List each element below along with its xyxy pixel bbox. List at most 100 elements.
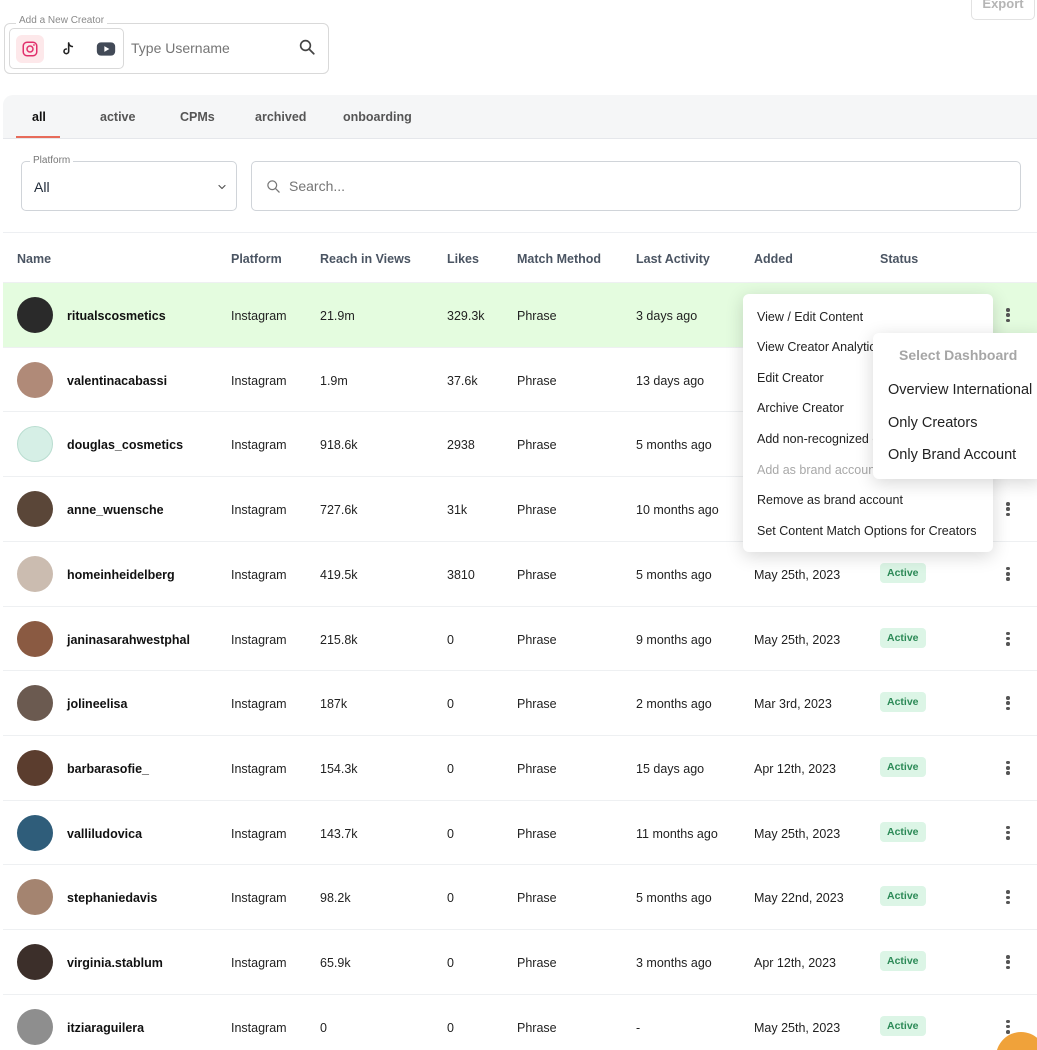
cell-reach: 154.3k: [320, 761, 358, 776]
tab-bar: all active CPMs archived onboarding: [3, 95, 1037, 139]
instagram-platform-button[interactable]: [16, 34, 44, 63]
table-header: Name Platform Reach in Views Likes Match…: [3, 232, 1037, 282]
more-actions-icon[interactable]: [1001, 887, 1015, 907]
cell-likes: 0: [447, 826, 454, 841]
menu-item-remove-as-brand-account[interactable]: Remove as brand account: [757, 493, 903, 507]
tab-active[interactable]: active: [100, 110, 135, 124]
cell-name[interactable]: barbarasofie_: [67, 762, 149, 776]
tiktok-platform-button[interactable]: [54, 35, 82, 63]
tab-onboarding[interactable]: onboarding: [343, 110, 412, 124]
column-header-status[interactable]: Status: [880, 252, 918, 266]
table-row[interactable]: janinasarahwestphal Instagram 215.8k 0 Phras…: [3, 605, 1037, 671]
tab-all[interactable]: all: [32, 110, 46, 124]
tab-cpms[interactable]: CPMs: [180, 110, 215, 124]
table-row[interactable]: barbarasofie_ Instagram 154.3k 0 Phrase 15 da…: [3, 734, 1037, 800]
platform-filter-label: Platform: [30, 155, 74, 166]
submenu-title: Select Dashboard: [899, 347, 1018, 363]
cell-name[interactable]: stephaniedavis: [67, 891, 157, 905]
export-button[interactable]: Export: [971, 0, 1035, 20]
avatar: [17, 491, 53, 528]
menu-item-add-as-brand-account: Add as brand account: [757, 463, 879, 477]
menu-item-view-creator-analytics[interactable]: View Creator Analytics: [757, 340, 882, 354]
table-row[interactable]: jolineelisa Instagram 187k 0 Phrase 2 months …: [3, 670, 1037, 735]
column-header-likes[interactable]: Likes: [447, 252, 479, 266]
more-actions-icon[interactable]: [1001, 952, 1015, 972]
cell-last-activity: 15 days ago: [636, 761, 705, 776]
cell-name[interactable]: ritualscosmetics: [67, 309, 166, 323]
avatar: [17, 1008, 53, 1045]
column-header-platform[interactable]: Platform: [231, 252, 282, 266]
cell-match-method: Phrase: [517, 761, 557, 776]
cell-likes: 0: [447, 632, 454, 647]
platform-filter-value: All: [34, 179, 50, 195]
instagram-icon: [22, 41, 38, 56]
cell-name[interactable]: janinasarahwestphal: [67, 633, 190, 647]
table-row[interactable]: itziaraguilera Instagram 0 0 Phrase - May 25th…: [3, 993, 1037, 1050]
cell-name[interactable]: homeinheidelberg: [67, 568, 175, 582]
cell-reach: 65.9k: [320, 956, 351, 970]
cell-added: May 25th, 2023: [754, 826, 841, 841]
add-search-button[interactable]: [298, 38, 316, 59]
cell-name[interactable]: jolineelisa: [67, 697, 127, 711]
more-actions-icon[interactable]: [1001, 564, 1015, 584]
cell-last-activity: 5 months ago: [636, 438, 712, 453]
table-row[interactable]: stephaniedavis Instagram 98.2k 0 Phrase 5 mon…: [3, 864, 1037, 929]
cell-platform: Instagram: [231, 309, 287, 323]
platform-filter[interactable]: Platform All: [21, 155, 237, 211]
cell-reach: 98.2k: [320, 891, 351, 906]
search-input[interactable]: [289, 178, 889, 194]
submenu-item-only-brand-account[interactable]: Only Brand Account: [888, 447, 1016, 463]
table-row[interactable]: virginia.stablum Instagram 65.9k 0 Phrase 3 m…: [3, 929, 1037, 994]
youtube-platform-button[interactable]: [92, 35, 120, 63]
cell-name[interactable]: valliludovica: [67, 827, 142, 841]
cell-match-method: Phrase: [517, 697, 557, 712]
avatar: [17, 685, 53, 722]
more-actions-icon[interactable]: [1001, 823, 1015, 843]
cell-name[interactable]: virginia.stablum: [67, 956, 163, 970]
table-row[interactable]: valliludovica Instagram 143.7k 0 Phrase 11 mo…: [3, 799, 1037, 865]
cell-likes: 329.3k: [447, 309, 485, 323]
cell-name[interactable]: valentinacabassi: [67, 374, 167, 388]
cell-match-method: Phrase: [517, 567, 557, 582]
cell-reach: 419.5k: [320, 567, 358, 582]
column-header-reach[interactable]: Reach in Views: [320, 252, 411, 266]
cell-platform: Instagram: [231, 956, 287, 970]
menu-item-edit-creator[interactable]: Edit Creator: [757, 371, 824, 385]
menu-item-set-content-match-options[interactable]: Set Content Match Options for Creators: [757, 524, 977, 538]
cell-last-activity: 10 months ago: [636, 503, 719, 518]
cell-name[interactable]: itziaraguilera: [67, 1021, 144, 1035]
column-header-last-activity[interactable]: Last Activity: [636, 252, 710, 266]
more-actions-icon[interactable]: [1001, 629, 1015, 649]
cell-likes: 31k: [447, 503, 468, 518]
cell-reach: 21.9m: [320, 309, 355, 323]
submenu-item-only-creators[interactable]: Only Creators: [888, 415, 977, 431]
cell-platform: Instagram: [231, 826, 287, 841]
avatar: [17, 620, 53, 657]
menu-item-archive-creator[interactable]: Archive Creator: [757, 401, 844, 415]
more-actions-icon[interactable]: [1001, 693, 1015, 713]
status-badge: Active: [880, 562, 926, 583]
menu-item-view-edit-content[interactable]: View / Edit Content: [757, 310, 863, 324]
column-header-name[interactable]: Name: [17, 252, 51, 266]
avatar: [17, 879, 53, 916]
status-badge: Active: [880, 692, 926, 713]
avatar: [17, 814, 53, 851]
cell-reach: 1.9m: [320, 373, 348, 388]
submenu-item-overview-international[interactable]: Overview International: [888, 382, 1032, 398]
more-actions-icon[interactable]: [1001, 305, 1015, 325]
cell-platform: Instagram: [231, 891, 287, 906]
column-header-added[interactable]: Added: [754, 252, 793, 266]
cell-platform: Instagram: [231, 761, 287, 776]
platform-selector: [9, 28, 124, 69]
cell-name[interactable]: douglas_cosmetics: [67, 438, 183, 452]
cell-last-activity: 3 months ago: [636, 956, 712, 970]
column-header-match-method[interactable]: Match Method: [517, 252, 601, 266]
cell-added: May 25th, 2023: [754, 1020, 841, 1035]
more-actions-icon[interactable]: [1001, 499, 1015, 519]
avatar: [17, 749, 53, 786]
tab-archived[interactable]: archived: [255, 110, 306, 124]
cell-platform: Instagram: [231, 567, 287, 582]
cell-name[interactable]: anne_wuensche: [67, 503, 164, 517]
username-input[interactable]: [131, 40, 281, 56]
more-actions-icon[interactable]: [1001, 758, 1015, 778]
